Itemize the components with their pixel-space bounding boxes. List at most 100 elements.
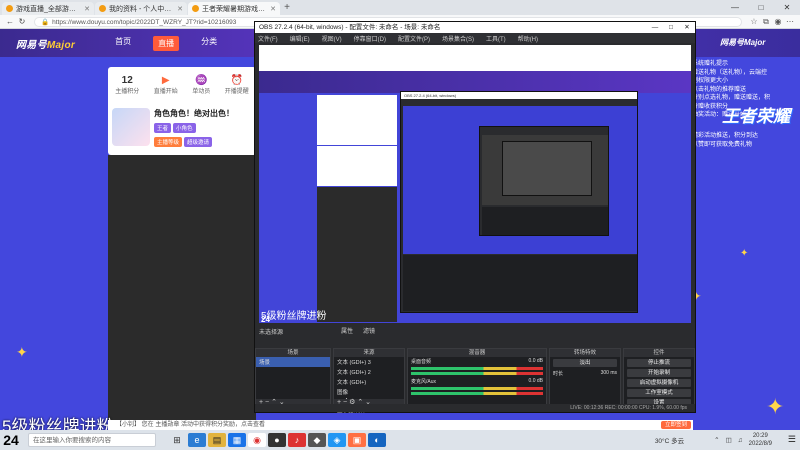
back-icon[interactable]: ←	[4, 17, 16, 26]
more-icon[interactable]: ⋯	[784, 17, 796, 27]
netease-icon[interactable]: ♪	[288, 433, 306, 447]
right-banner-title: 王者荣耀	[722, 107, 790, 126]
preview-obs-window: OBS 27.2.4 (64-bit, windows)	[400, 91, 638, 313]
browser-tab-1[interactable]: 游戏直播_全部游戏直播_斗鱼直播 ✕	[2, 2, 94, 15]
app-icon[interactable]: ◐	[368, 433, 386, 447]
notification-button[interactable]: 立即签到	[660, 421, 691, 429]
stat-reminder[interactable]: ⏰ 开播提醒	[225, 75, 249, 95]
stat-live-start[interactable]: ▶ 直播开始	[154, 75, 178, 95]
file-explorer-icon[interactable]: ▤	[208, 433, 226, 447]
properties-button[interactable]: 属性	[341, 326, 353, 335]
room-title: 角色角色！绝对出色！	[154, 109, 234, 118]
close-window-button[interactable]: ✕	[774, 0, 800, 15]
maximize-button[interactable]: □	[663, 22, 679, 33]
room-thumbnail[interactable]	[112, 108, 150, 146]
obs-status-bar: LIVE: 00:12:36 REC: 00:00:00 CPU: 1.9%, …	[255, 404, 695, 412]
profile-icon[interactable]: ◉	[772, 17, 784, 27]
preview-browser-chrome	[259, 45, 691, 71]
close-window-button[interactable]: ✕	[679, 22, 695, 33]
volume-slider[interactable]	[411, 372, 543, 375]
close-icon[interactable]: ✕	[84, 5, 90, 13]
tab-title: 我的资料 - 个人中心 - 斗鱼	[109, 5, 174, 13]
reload-icon[interactable]: ↻	[16, 17, 28, 26]
nav-home[interactable]: 首页	[115, 36, 131, 51]
preview-obs-docks-2	[482, 207, 608, 235]
transitions-dock: 转场特效 淡出 时长 300 ms	[549, 348, 621, 408]
task-view-icon[interactable]: ⊞	[168, 433, 186, 447]
tab-title: 王者荣耀暑期游戏节_斗鱼直播	[202, 5, 268, 13]
star-decoration-icon: ✦	[16, 344, 28, 360]
scenes-header: 场景	[256, 349, 330, 357]
mixer-header: 混音器	[408, 349, 546, 357]
right-info-text-2: 精彩活动推送，积分到达 点赞即可获取免费礼物	[692, 133, 759, 148]
menu-edit[interactable]: 编辑(E)	[290, 34, 310, 43]
volume-slider[interactable]	[411, 392, 543, 395]
menu-docks[interactable]: 停靠窗口(D)	[354, 34, 386, 43]
menu-tools[interactable]: 工具(T)	[486, 34, 506, 43]
room-action-button[interactable]: 主播等级	[154, 137, 183, 147]
nav-category[interactable]: 分类	[201, 36, 217, 51]
browser-tab-2[interactable]: 我的资料 - 个人中心 - 斗鱼 ✕	[95, 2, 187, 15]
toolbar-icons: ☆ ⧉ ◉ ⋯	[748, 17, 796, 27]
preview-obs-docks	[403, 255, 637, 311]
store-icon[interactable]: ▦	[228, 433, 246, 447]
obs-icon[interactable]: ●	[268, 433, 286, 447]
menu-profile[interactable]: 配置文件(P)	[398, 34, 430, 43]
app-icon[interactable]: ◈	[328, 433, 346, 447]
transition-select[interactable]: 淡出	[553, 359, 617, 367]
minimize-button[interactable]: —	[722, 0, 748, 15]
tray-overflow-icon[interactable]: ⌃	[714, 436, 719, 444]
obs-preview-canvas[interactable]: 5级粉丝牌进粉 24 OBS 27.2.4 (64-bit, windows)	[259, 45, 691, 323]
source-item[interactable]: 文本 (GDI+)	[334, 377, 404, 387]
scene-item[interactable]: 场景	[256, 357, 330, 367]
weather-widget[interactable]: 30°C 多云	[655, 435, 684, 445]
transition-duration: 时长 300 ms	[553, 370, 617, 377]
collections-icon[interactable]: ⧉	[760, 17, 772, 27]
notification-text: 【小钊】 您在 主播勋章 活动中获得积分奖励，点击查看	[116, 422, 266, 428]
stat-points[interactable]: 12 主播积分	[115, 75, 139, 95]
douyu-favicon	[6, 5, 13, 12]
stat-mobilize[interactable]: ♒ 单动员	[192, 75, 210, 95]
clock[interactable]: 20:29 2022/8/9	[749, 432, 772, 448]
app-icon[interactable]: ◆	[308, 433, 326, 447]
star-icon[interactable]: ☆	[748, 17, 760, 27]
maximize-button[interactable]: □	[748, 0, 774, 15]
room-action-button[interactable]: 超级邀请	[184, 137, 213, 147]
browser-tab-bar: 游戏直播_全部游戏直播_斗鱼直播 ✕ 我的资料 - 个人中心 - 斗鱼 ✕ 王者…	[0, 0, 800, 15]
edge-icon[interactable]: e	[188, 433, 206, 447]
taskbar-search-input[interactable]: 在这里输入你要搜索的内容	[28, 433, 156, 447]
alarm-icon: ⏰	[230, 75, 243, 86]
douyu-favicon	[99, 5, 106, 12]
room-card[interactable]: 角色角色！绝对出色！ 王者 小角色 主播等级 超级邀请	[108, 104, 256, 150]
menu-scene-collection[interactable]: 场景集合(S)	[442, 34, 474, 43]
site-logo[interactable]: 网易号Major	[16, 36, 75, 51]
close-icon[interactable]: ✕	[177, 5, 183, 13]
notification-center-icon[interactable]: ☰	[788, 434, 796, 445]
menu-file[interactable]: 文件(F)	[258, 34, 278, 43]
lock-icon: 🔒	[41, 18, 50, 26]
start-button[interactable]: 24	[0, 430, 22, 450]
menu-help[interactable]: 帮助(H)	[518, 34, 538, 43]
source-item[interactable]: 文本 (GDI+) 2	[334, 367, 404, 377]
new-tab-button[interactable]: +	[281, 2, 293, 15]
duration-input[interactable]: 300 ms	[601, 370, 617, 376]
source-item[interactable]: 图像	[334, 387, 404, 397]
browser-tab-3[interactable]: 王者荣耀暑期游戏节_斗鱼直播 ✕	[188, 2, 280, 15]
virtual-camera-button[interactable]: 启动虚拟摄像机	[627, 379, 691, 387]
start-recording-button[interactable]: 开始录制	[627, 369, 691, 377]
close-icon[interactable]: ✕	[270, 5, 276, 13]
preview-fan-text: 5级粉丝牌进粉	[261, 311, 327, 322]
menu-view[interactable]: 视图(V)	[322, 34, 342, 43]
network-icon[interactable]: ◫	[726, 436, 732, 444]
video-player-area[interactable]	[108, 155, 256, 425]
nav-live[interactable]: 直播	[153, 35, 180, 51]
minimize-button[interactable]: —	[647, 22, 663, 33]
system-tray: 30°C 多云 ⌃ ◫ ♫ 20:29 2022/8/9	[655, 430, 772, 450]
volume-icon[interactable]: ♫	[738, 437, 743, 444]
chrome-icon[interactable]: ◉	[248, 433, 266, 447]
app-icon[interactable]: ▣	[348, 433, 366, 447]
source-item[interactable]: 文本 (GDI+) 3	[334, 357, 404, 367]
stop-streaming-button[interactable]: 停止推流	[627, 359, 691, 367]
studio-mode-button[interactable]: 工作室模式	[627, 389, 691, 397]
filters-button[interactable]: 滤镜	[363, 326, 375, 335]
